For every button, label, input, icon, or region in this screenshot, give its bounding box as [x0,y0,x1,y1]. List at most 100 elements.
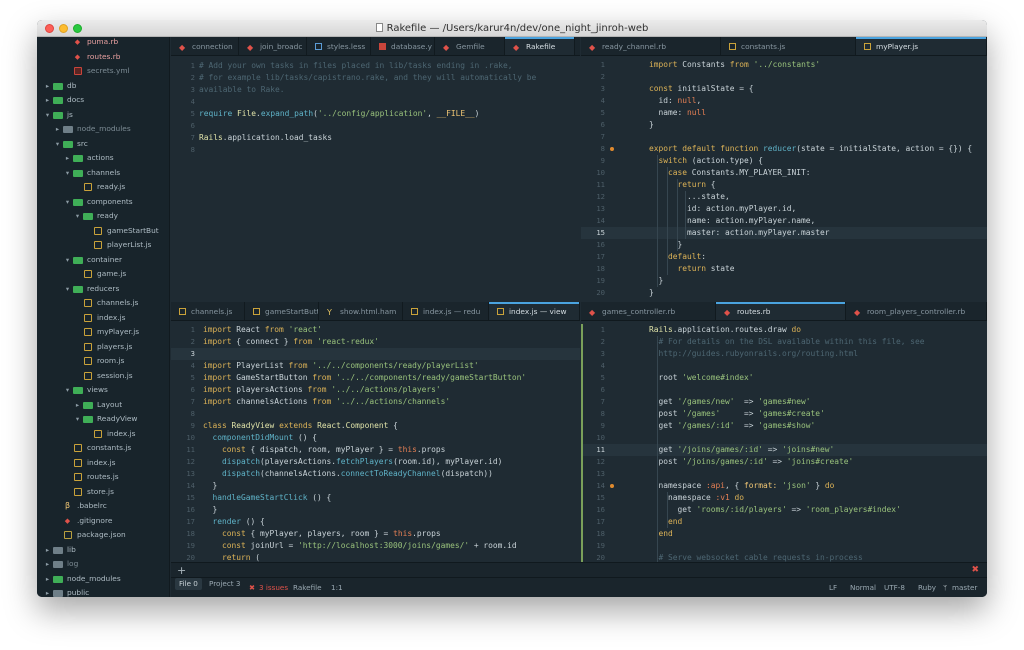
editor-pane-myplayer[interactable]: 1 import Constants from '../constants' 2 3 c… [581,57,987,301]
chevron-right-icon[interactable]: ▸ [54,122,61,137]
line-number: 1 [190,325,195,334]
chevron-down-icon[interactable]: ▾ [64,282,71,297]
file-tree-row[interactable]: ▸ lib [37,543,169,558]
chevron-right-icon[interactable]: ▸ [74,398,81,413]
tab-gemfile[interactable]: ◆ Gemfile [435,37,505,55]
file-tree-row[interactable]: ▾ src [37,137,169,152]
file-tree-row[interactable]: ▸ docs [37,93,169,108]
status-file-tab[interactable]: File 0 [175,578,202,590]
chevron-right-icon[interactable]: ▸ [64,151,71,166]
file-tree-row[interactable]: ◆ puma.rb [37,37,169,50]
file-tree-row[interactable]: index.js [37,311,169,326]
chevron-down-icon[interactable]: ▾ [64,253,71,268]
chevron-right-icon[interactable]: ▸ [44,543,51,558]
file-tree-row[interactable]: routes.js [37,470,169,485]
tab-gamestartbutt[interactable]: gameStartButt [245,302,319,320]
file-tree-row[interactable]: gameStartBut [37,224,169,239]
tab-myplayer-js[interactable]: myPlayer.js [856,37,987,55]
chevron-down-icon[interactable]: ▾ [74,412,81,427]
chevron-down-icon[interactable]: ▾ [44,108,51,123]
file-tree-row[interactable]: ▾ js [37,108,169,123]
file-tree-row[interactable]: β .babelrc [37,499,169,514]
tab-ready-channel-rb[interactable]: ◆ ready_channel.rb [581,37,721,55]
file-tree-row[interactable]: ready.js [37,180,169,195]
file-tree-row[interactable]: ▾ ReadyView [37,412,169,427]
status-filename[interactable]: Rakefile [293,578,322,597]
file-tree-row[interactable]: ▾ views [37,383,169,398]
file-tree-row[interactable]: secrets.yml [37,64,169,79]
code-token: () { [241,517,265,526]
chevron-down-icon[interactable]: ▾ [54,137,61,152]
status-grammar-mode[interactable]: Normal [850,578,876,597]
tab-styles-less[interactable]: styles.less [307,37,371,55]
chevron-right-icon[interactable]: ▸ [44,586,51,597]
file-tree-row[interactable]: ▸ Layout [37,398,169,413]
file-tree-row[interactable]: myPlayer.js [37,325,169,340]
status-language[interactable]: Ruby [918,578,936,597]
close-icon[interactable]: ✖ [971,563,979,578]
file-tree-row[interactable]: ▾ components [37,195,169,210]
file-tree-row[interactable]: ▾ channels [37,166,169,181]
chevron-down-icon[interactable]: ▾ [64,195,71,210]
line-number: 12 [186,457,195,466]
code-token: const [222,445,246,454]
file-tree-row[interactable]: ◆ routes.rb [37,50,169,65]
add-pane-button[interactable]: + [177,563,186,578]
file-tree-row[interactable]: constants.js [37,441,169,456]
file-tree-row[interactable]: ▸ db [37,79,169,94]
status-line-ending[interactable]: LF [829,578,837,597]
tab-join-broadc[interactable]: ◆ join_broadc [239,37,307,55]
tab-index-js-redu[interactable]: index.js — redu [403,302,489,320]
code-token: '../../actions/players' [331,385,441,394]
chevron-right-icon[interactable]: ▸ [44,572,51,587]
js-file-icon [179,308,186,315]
tab-games-controller-rb[interactable]: ◆ games_controller.rb [581,302,716,320]
file-tree-row[interactable]: ▾ container [37,253,169,268]
chevron-down-icon[interactable]: ▾ [74,209,81,224]
tab-room-players-controller-rb[interactable]: ◆ room_players_controller.rb [846,302,987,320]
file-tree-row[interactable]: index.js [37,427,169,442]
tab-show-html-ham[interactable]: Yshow.html.ham [319,302,403,320]
file-tree-row[interactable]: package.json [37,528,169,543]
file-tree-row[interactable]: store.js [37,485,169,500]
file-tree-row[interactable]: ◆ .gitignore [37,514,169,529]
editor-pane-routes[interactable]: 1 Rails.application.routes.draw do 2 # For… [581,322,987,562]
chevron-right-icon[interactable]: ▸ [44,557,51,572]
file-tree-row[interactable]: room.js [37,354,169,369]
file-tree-row[interactable]: ▸ log [37,557,169,572]
tab-connection[interactable]: ◆ connection [171,37,239,55]
tab-channels-js[interactable]: channels.js [171,302,245,320]
tab-rakefile[interactable]: ◆ Rakefile [505,37,575,55]
status-project-tab[interactable]: Project 3 [205,578,244,590]
file-tree-row[interactable]: index.js [37,456,169,471]
chevron-down-icon[interactable]: ▾ [64,166,71,181]
tab-index-js-view[interactable]: index.js — view [489,302,580,320]
file-tree-row[interactable]: playerList.js [37,238,169,253]
status-encoding[interactable]: UTF-8 [884,578,905,597]
tab-database-y[interactable]: database.y [371,37,435,55]
file-tree-row[interactable]: ▸ actions [37,151,169,166]
file-tree-row[interactable]: ▾ ready [37,209,169,224]
status-branch[interactable]: master [952,578,977,597]
file-tree-row[interactable]: session.js [37,369,169,384]
code-token: 'welcome#index' [682,373,754,382]
tab-constants-js[interactable]: constants.js [721,37,856,55]
editor-pane-readyview[interactable]: 1 import React from 'react' 2 import { conn… [171,322,580,562]
file-tree-row[interactable]: ▸ public [37,586,169,597]
file-tree-row[interactable]: game.js [37,267,169,282]
status-issues[interactable]: 3 issues [259,578,288,597]
code-token: ) [474,109,480,118]
status-cursor-position[interactable]: 1:1 [331,578,343,597]
tab-routes-rb[interactable]: ◆ routes.rb [716,302,846,320]
file-tree-row[interactable]: ▸ node_modules [37,572,169,587]
chevron-down-icon[interactable]: ▾ [64,383,71,398]
file-tree-label: db [67,80,77,90]
file-tree[interactable]: ◆ puma.rb ◆ routes.rb secrets.yml ▸ db ▸ docs ▾ js… [37,37,170,597]
editor-pane-rakefile[interactable]: 1 # Add your own tasks in files placed in… [171,57,580,301]
file-tree-row[interactable]: ▾ reducers [37,282,169,297]
chevron-right-icon[interactable]: ▸ [44,93,51,108]
file-tree-row[interactable]: channels.js [37,296,169,311]
file-tree-row[interactable]: players.js [37,340,169,355]
file-tree-row[interactable]: ▸ node_modules [37,122,169,137]
chevron-right-icon[interactable]: ▸ [44,79,51,94]
